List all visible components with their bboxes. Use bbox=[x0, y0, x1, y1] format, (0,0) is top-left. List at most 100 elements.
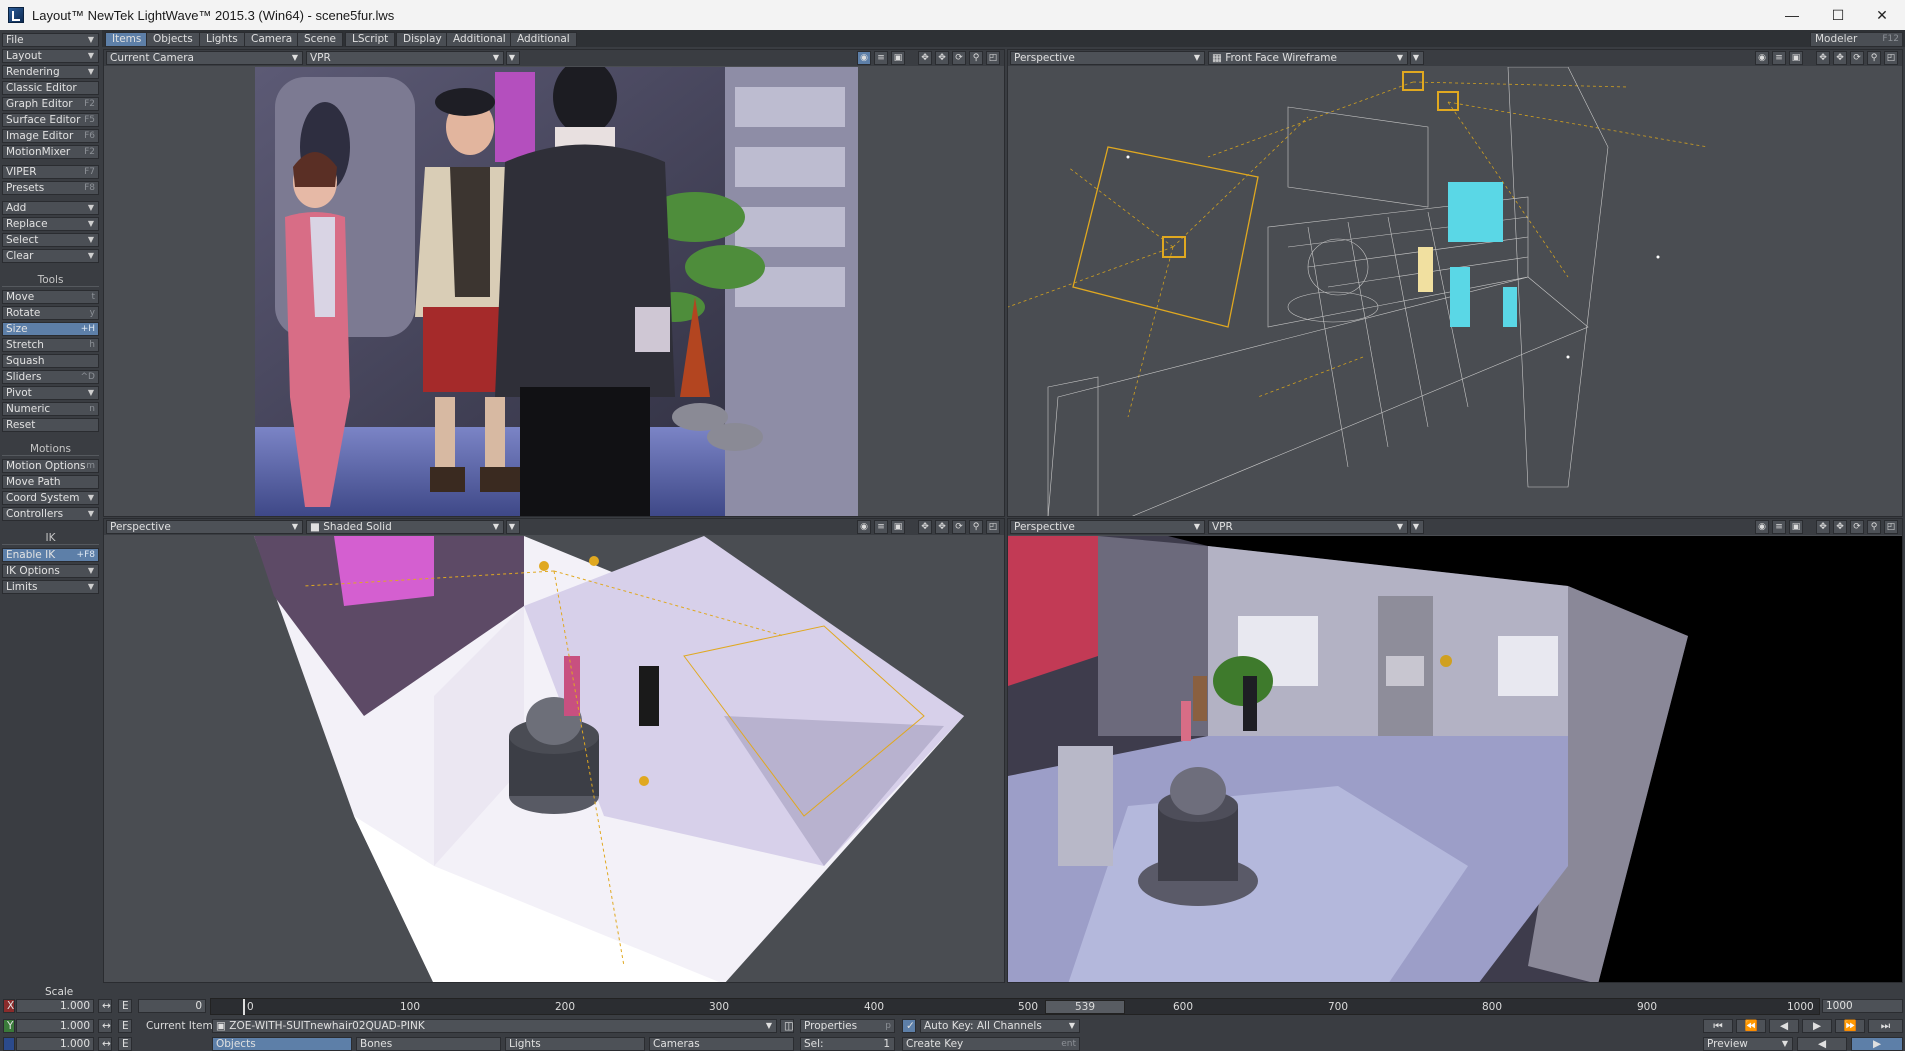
render-mode-dropdown[interactable]: VPR ▼ bbox=[1208, 520, 1408, 534]
scale-z-field[interactable]: 1.000 bbox=[16, 1037, 94, 1051]
envelope-button-2[interactable]: E bbox=[118, 1019, 132, 1033]
tab-lights[interactable]: Lights bbox=[199, 32, 245, 47]
rendering-menu[interactable]: Rendering ▼ bbox=[2, 65, 99, 79]
render-mode-dropdown[interactable]: VPR ▼ bbox=[306, 51, 504, 65]
preview-dropdown[interactable]: Preview ▼ bbox=[1703, 1037, 1793, 1051]
x-axis-indicator[interactable]: X bbox=[3, 999, 15, 1013]
pan-icon[interactable]: ✥ bbox=[1833, 520, 1847, 534]
replace-menu[interactable]: Replace ▼ bbox=[2, 217, 99, 231]
presets-button[interactable]: Presets F8 bbox=[2, 181, 99, 195]
maximize-button[interactable]: ☐ bbox=[1815, 0, 1861, 30]
add-menu[interactable]: Add ▼ bbox=[2, 201, 99, 215]
options-dropdown[interactable]: ▼ bbox=[506, 520, 520, 534]
view-type-dropdown[interactable]: Perspective ▼ bbox=[1010, 520, 1205, 534]
tab-objects[interactable]: Objects bbox=[146, 32, 200, 47]
list-icon[interactable]: ≡ bbox=[874, 51, 888, 65]
clear-menu[interactable]: Clear ▼ bbox=[2, 249, 99, 263]
stretch-tool-button[interactable]: Stretch h bbox=[2, 338, 99, 352]
cameras-selector[interactable]: Cameras bbox=[649, 1037, 794, 1051]
start-frame-field[interactable]: 0 bbox=[138, 999, 206, 1013]
motion-options-button[interactable]: Motion Options m bbox=[2, 459, 99, 473]
size-tool-button[interactable]: Size +H bbox=[2, 322, 99, 336]
pan-icon[interactable]: ✥ bbox=[935, 51, 949, 65]
create-key-button[interactable]: Create Key ent bbox=[902, 1037, 1080, 1051]
envelope-button[interactable]: E bbox=[118, 999, 132, 1013]
tab-items[interactable]: Items bbox=[105, 32, 149, 47]
options-dropdown[interactable]: ▼ bbox=[1410, 520, 1424, 534]
save-icon[interactable]: ▣ bbox=[1789, 520, 1803, 534]
select-menu[interactable]: Select ▼ bbox=[2, 233, 99, 247]
timeline[interactable]: 539 0 100 200 300 400 500 600 700 800 90… bbox=[210, 998, 1820, 1015]
move-path-button[interactable]: Move Path bbox=[2, 475, 99, 489]
options-dropdown[interactable]: ▼ bbox=[1410, 51, 1424, 65]
move-view-icon[interactable]: ✥ bbox=[918, 520, 932, 534]
move-arrows-icon[interactable]: ↔ bbox=[98, 999, 112, 1013]
z-axis-indicator[interactable] bbox=[3, 1037, 15, 1051]
y-axis-indicator[interactable]: Y bbox=[3, 1019, 15, 1033]
bones-selector[interactable]: Bones bbox=[356, 1037, 501, 1051]
play-button[interactable]: ▶ bbox=[1851, 1037, 1903, 1051]
current-frame-slider[interactable]: 539 bbox=[1045, 1000, 1125, 1014]
next-frame-button[interactable]: ▶ bbox=[1802, 1019, 1832, 1033]
viewport-top-left[interactable]: Current Camera ▼ VPR ▼ ▼ ◉ ≡ ▣ ✥ ✥ ⟳ ⚲ ◰ bbox=[103, 49, 1005, 517]
zoom-icon[interactable]: ⚲ bbox=[969, 520, 983, 534]
reset-button[interactable]: Reset bbox=[2, 418, 99, 432]
save-icon[interactable]: ▣ bbox=[1789, 51, 1803, 65]
view-type-dropdown[interactable]: Perspective ▼ bbox=[1010, 51, 1205, 65]
coord-system-menu[interactable]: Coord System ▼ bbox=[2, 491, 99, 505]
zoom-icon[interactable]: ⚲ bbox=[969, 51, 983, 65]
motionmixer-button[interactable]: MotionMixer F2 bbox=[2, 145, 99, 159]
play-reverse-button[interactable]: ◀ bbox=[1797, 1037, 1847, 1051]
tab-camera[interactable]: Camera bbox=[244, 32, 300, 47]
viewport-bottom-right[interactable]: Perspective ▼ VPR ▼ ▼ ◉ ≡ ▣ ✥ ✥ ⟳ ⚲ ◰ bbox=[1007, 518, 1903, 983]
ik-options-menu[interactable]: IK Options ▼ bbox=[2, 564, 99, 578]
minimize-button[interactable]: — bbox=[1769, 0, 1815, 30]
view-type-dropdown[interactable]: Current Camera ▼ bbox=[106, 51, 303, 65]
viewport-top-right[interactable]: Perspective ▼ ▦ Front Face Wireframe ▼ ▼ ◉… bbox=[1007, 49, 1903, 517]
render-mode-dropdown[interactable]: ▦ Front Face Wireframe ▼ bbox=[1208, 51, 1408, 65]
rotate-view-icon[interactable]: ⟳ bbox=[952, 51, 966, 65]
prev-key-button[interactable]: ⏪ bbox=[1736, 1019, 1766, 1033]
numeric-button[interactable]: Numeric n bbox=[2, 402, 99, 416]
camera-icon[interactable]: ◉ bbox=[857, 520, 871, 534]
save-icon[interactable]: ▣ bbox=[891, 520, 905, 534]
lights-selector[interactable]: Lights bbox=[505, 1037, 645, 1051]
view-type-dropdown[interactable]: Perspective ▼ bbox=[106, 520, 303, 534]
controllers-menu[interactable]: Controllers ▼ bbox=[2, 507, 99, 521]
first-frame-button[interactable]: ⏮ bbox=[1703, 1019, 1733, 1033]
render-mode-dropdown[interactable]: ■ Shaded Solid ▼ bbox=[306, 520, 504, 534]
move-view-icon[interactable]: ✥ bbox=[1816, 51, 1830, 65]
maximize-view-icon[interactable]: ◰ bbox=[1884, 51, 1898, 65]
rotate-view-icon[interactable]: ⟳ bbox=[1850, 520, 1864, 534]
tab-display[interactable]: Display bbox=[396, 32, 449, 47]
auto-key-checkbox[interactable]: ✓ bbox=[902, 1019, 916, 1033]
maximize-view-icon[interactable]: ◰ bbox=[986, 51, 1000, 65]
next-key-button[interactable]: ⏩ bbox=[1835, 1019, 1865, 1033]
enable-ik-button[interactable]: Enable IK +F8 bbox=[2, 548, 99, 562]
list-icon[interactable]: ≡ bbox=[1772, 520, 1786, 534]
viewport-bottom-left[interactable]: Perspective ▼ ■ Shaded Solid ▼ ▼ ◉ ≡ ▣ ✥ ✥… bbox=[103, 518, 1005, 983]
scale-y-field[interactable]: 1.000 bbox=[16, 1019, 94, 1033]
options-dropdown[interactable]: ▼ bbox=[506, 51, 520, 65]
move-arrows-icon-2[interactable]: ↔ bbox=[98, 1019, 112, 1033]
properties-button[interactable]: Properties p bbox=[800, 1019, 895, 1033]
close-button[interactable]: ✕ bbox=[1859, 0, 1905, 30]
move-view-icon[interactable]: ✥ bbox=[1816, 520, 1830, 534]
sliders-button[interactable]: Sliders ^D bbox=[2, 370, 99, 384]
maximize-view-icon[interactable]: ◰ bbox=[986, 520, 1000, 534]
viper-button[interactable]: VIPER F7 bbox=[2, 165, 99, 179]
tab-scene[interactable]: Scene bbox=[297, 32, 344, 47]
pivot-menu[interactable]: Pivot ▼ bbox=[2, 386, 99, 400]
image-editor-button[interactable]: Image Editor F6 bbox=[2, 129, 99, 143]
rotate-view-icon[interactable]: ⟳ bbox=[1850, 51, 1864, 65]
move-arrows-icon-3[interactable]: ↔ bbox=[98, 1037, 112, 1051]
graph-editor-button[interactable]: Graph Editor F2 bbox=[2, 97, 99, 111]
end-frame-field[interactable]: 1000 bbox=[1822, 999, 1903, 1013]
pan-icon[interactable]: ✥ bbox=[1833, 51, 1847, 65]
item-options-icon[interactable]: ◫ bbox=[780, 1019, 794, 1033]
list-icon[interactable]: ≡ bbox=[874, 520, 888, 534]
modeler-button[interactable]: Modeler F12 bbox=[1810, 32, 1903, 47]
current-item-dropdown[interactable]: ▣ ZOE-WITH-SUITnewhair02QUAD-PINK ▼ bbox=[212, 1019, 777, 1033]
zoom-icon[interactable]: ⚲ bbox=[1867, 51, 1881, 65]
envelope-button-3[interactable]: E bbox=[118, 1037, 132, 1051]
